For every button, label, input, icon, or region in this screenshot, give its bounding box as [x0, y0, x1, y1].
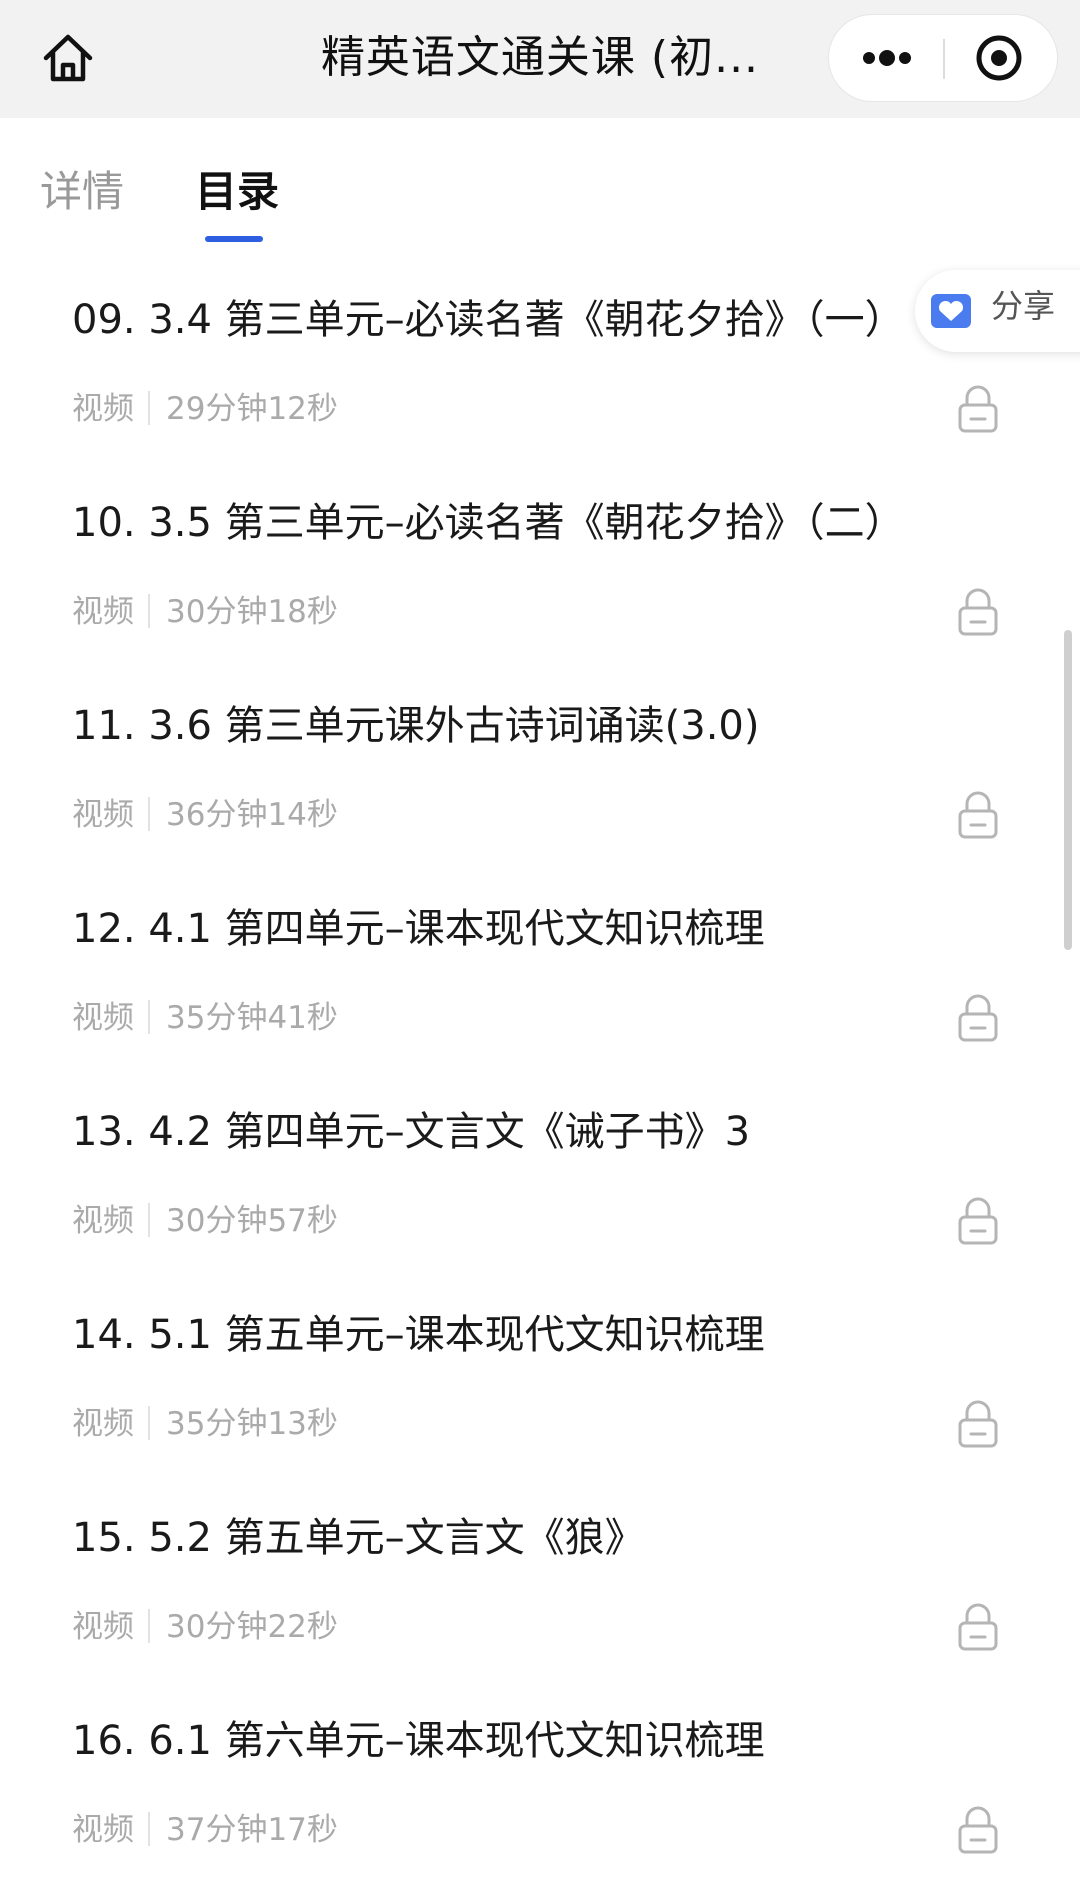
share-button[interactable]: 分享 [915, 270, 1080, 352]
lesson-duration: 36分钟14秒 [166, 797, 338, 833]
lesson-meta: 视频 35分钟13秒 [72, 1399, 338, 1449]
lesson-title: 10. 3.5 第三单元–必读名著《朝花夕拾》（二） [72, 500, 905, 546]
lesson-type: 视频 [72, 1203, 134, 1239]
lock-icon [958, 588, 998, 636]
lesson-title: 12. 4.1 第四单元–课本现代文知识梳理 [72, 906, 765, 952]
more-dots-icon [863, 50, 911, 66]
tab-detail[interactable]: 详情 [40, 162, 124, 222]
lesson-item[interactable]: 14. 5.1 第五单元–课本现代文知识梳理 视频 35分钟13秒 [0, 1273, 1080, 1476]
lesson-type: 视频 [72, 1812, 134, 1848]
lesson-type: 视频 [72, 797, 134, 833]
scrollbar[interactable] [1064, 630, 1072, 950]
lesson-type: 视频 [72, 1406, 134, 1442]
lesson-meta: 视频 29分钟12秒 [72, 384, 338, 434]
lesson-meta: 视频 30分钟22秒 [72, 1602, 338, 1652]
lesson-item[interactable]: 09. 3.4 第三单元–必读名著《朝花夕拾》（一） 视频 29分钟12秒 [0, 258, 1080, 461]
lesson-item[interactable]: 13. 4.2 第四单元–文言文《诫子书》3 视频 30分钟57秒 [0, 1070, 1080, 1273]
lesson-duration: 30分钟18秒 [166, 594, 338, 630]
lesson-title: 14. 5.1 第五单元–课本现代文知识梳理 [72, 1312, 765, 1358]
lock-icon [958, 1400, 998, 1448]
lock-icon [958, 994, 998, 1042]
lock-icon [958, 385, 998, 433]
more-button[interactable] [829, 15, 943, 101]
lock-icon [958, 1603, 998, 1651]
lesson-type: 视频 [72, 391, 134, 427]
tab-catalog[interactable]: 目录 [195, 162, 279, 222]
tab-bar: 详情 目录 [0, 118, 1080, 258]
lesson-item[interactable]: 12. 4.1 第四单元–课本现代文知识梳理 视频 35分钟41秒 [0, 867, 1080, 1070]
target-close-icon [976, 35, 1022, 81]
lesson-type: 视频 [72, 594, 134, 630]
lesson-meta: 视频 36分钟14秒 [72, 790, 338, 840]
lesson-item[interactable]: 16. 6.1 第六单元–课本现代文知识梳理 视频 37分钟17秒 [0, 1679, 1080, 1882]
lesson-type: 视频 [72, 1000, 134, 1036]
lesson-duration: 37分钟17秒 [166, 1812, 338, 1848]
lesson-duration: 29分钟12秒 [166, 391, 338, 427]
active-tab-indicator [205, 236, 263, 242]
lesson-type: 视频 [72, 1609, 134, 1645]
meta-separator [148, 797, 150, 831]
meta-separator [148, 594, 150, 628]
meta-separator [148, 1812, 150, 1846]
lesson-duration: 30分钟22秒 [166, 1609, 338, 1645]
lesson-item[interactable]: 11. 3.6 第三单元课外古诗词诵读(3.0) 视频 36分钟14秒 [0, 664, 1080, 867]
close-mini-program-button[interactable] [945, 15, 1057, 101]
lesson-item[interactable]: 10. 3.5 第三单元–必读名著《朝花夕拾》（二） 视频 30分钟18秒 [0, 461, 1080, 664]
meta-separator [148, 1000, 150, 1034]
lesson-meta: 视频 30分钟18秒 [72, 587, 338, 637]
lesson-title: 11. 3.6 第三单元课外古诗词诵读(3.0) [72, 703, 760, 749]
top-navigation-bar: 精英语文通关课 (初... [0, 0, 1080, 118]
lesson-title: 13. 4.2 第四单元–文言文《诫子书》3 [72, 1109, 751, 1155]
share-label: 分享 [991, 287, 1056, 325]
mini-program-capsule [828, 14, 1058, 102]
share-heart-icon [931, 294, 971, 328]
lesson-title: 09. 3.4 第三单元–必读名著《朝花夕拾》（一） [72, 297, 905, 343]
lock-icon [958, 1197, 998, 1245]
meta-separator [148, 1406, 150, 1440]
meta-separator [148, 1203, 150, 1237]
lesson-duration: 35分钟13秒 [166, 1406, 338, 1442]
meta-separator [148, 1609, 150, 1643]
lesson-title: 16. 6.1 第六单元–课本现代文知识梳理 [72, 1718, 765, 1764]
lesson-title: 15. 5.2 第五单元–文言文《狼》 [72, 1515, 645, 1561]
lesson-item[interactable]: 15. 5.2 第五单元–文言文《狼》 视频 30分钟22秒 [0, 1476, 1080, 1679]
lesson-meta: 视频 30分钟57秒 [72, 1196, 338, 1246]
lesson-meta: 视频 35分钟41秒 [72, 993, 338, 1043]
lesson-duration: 30分钟57秒 [166, 1203, 338, 1239]
lesson-meta: 视频 37分钟17秒 [72, 1805, 338, 1855]
lesson-duration: 35分钟41秒 [166, 1000, 338, 1036]
lock-icon [958, 791, 998, 839]
lock-icon [958, 1806, 998, 1854]
meta-separator [148, 391, 150, 425]
